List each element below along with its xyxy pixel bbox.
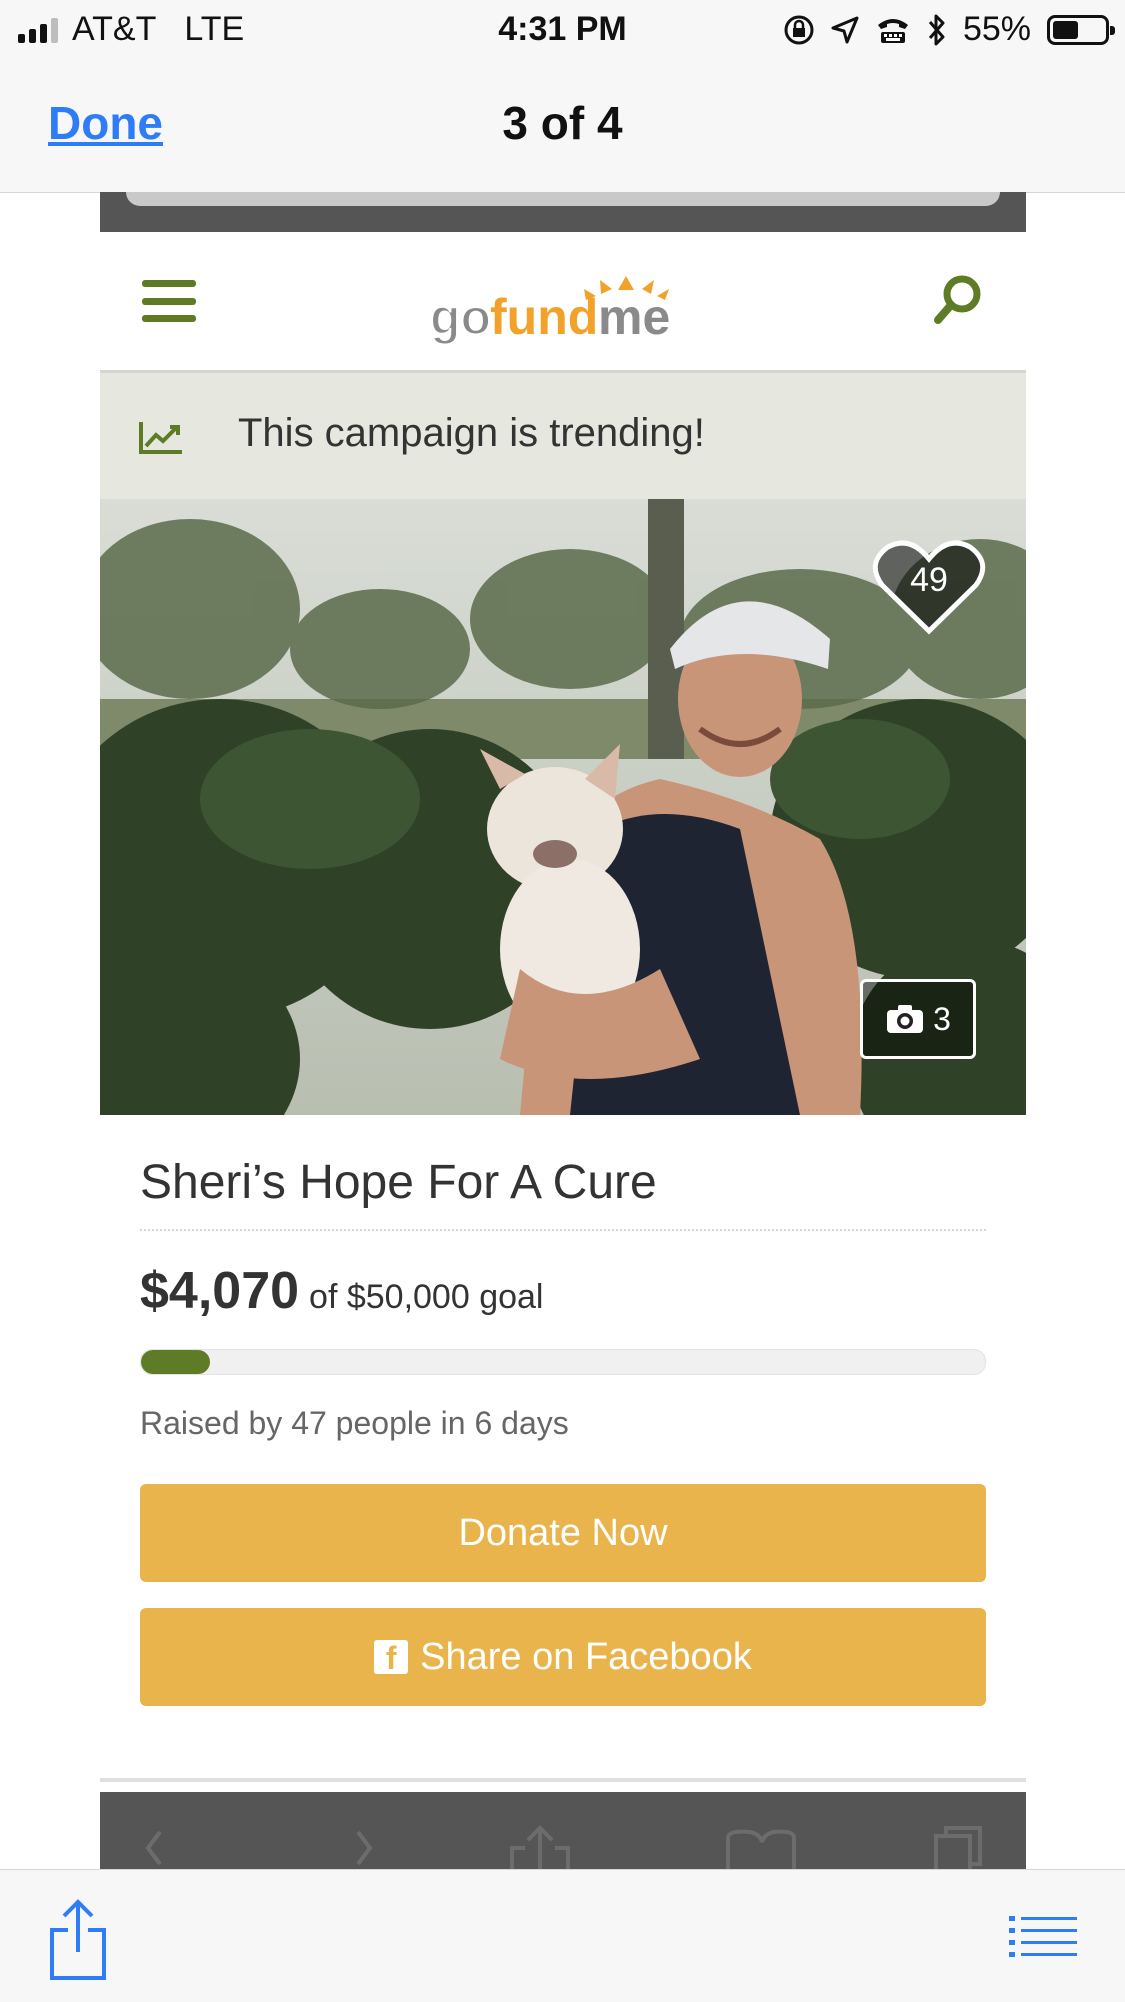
progress-fill	[141, 1350, 210, 1374]
svg-text:fund: fund	[490, 289, 598, 345]
share-icon[interactable]	[48, 1898, 108, 1982]
address-bar	[126, 192, 1000, 206]
list-icon[interactable]	[1009, 1914, 1077, 1960]
divider	[100, 1778, 1026, 1782]
funding-summary: $4,070 of $50,000 goal	[140, 1261, 986, 1321]
donate-label: Donate Now	[458, 1511, 668, 1554]
donate-now-button[interactable]: Donate Now	[140, 1484, 986, 1582]
status-bar: AT&T LTE 4:31 PM 55%	[0, 0, 1125, 62]
camera-icon	[887, 1005, 924, 1033]
raised-by-text: Raised by 47 people in 6 days	[140, 1405, 569, 1441]
ios-bottom-toolbar	[0, 1869, 1125, 2002]
svg-text:me: me	[598, 289, 670, 345]
site-header: go fund me	[100, 232, 1026, 373]
like-heart-button[interactable]: 49	[870, 537, 988, 637]
goal-text: of $50,000 goal	[309, 1278, 544, 1316]
battery-icon	[1047, 14, 1115, 45]
trending-chart-icon	[139, 422, 182, 454]
battery-percent: 55%	[962, 10, 1031, 48]
location-icon	[831, 16, 859, 43]
trending-text: This campaign is trending!	[238, 411, 705, 455]
campaign-title[interactable]: Sheri’s Hope For A Cure	[140, 1115, 986, 1231]
status-right: 55%	[783, 10, 1115, 49]
web-page-frame: go fund me This campaign is trending! 49…	[100, 192, 1026, 1874]
like-count: 49	[910, 561, 948, 599]
campaign-details: Sheri’s Hope For A Cure $4,070 of $50,00…	[100, 1115, 1026, 1706]
photo-count: 3	[933, 1000, 951, 1037]
tty-icon	[877, 18, 908, 43]
raised-amount: $4,070	[140, 1262, 300, 1320]
photo-gallery-button[interactable]: 3	[860, 979, 976, 1059]
campaign-photo[interactable]: 49 3	[100, 499, 1026, 1115]
gofundme-logo[interactable]: go fund me	[100, 256, 1026, 351]
ios-top-bar: AT&T LTE 4:31 PM 55% Done 3 of 4	[0, 0, 1125, 193]
logo-graphic: go fund me	[429, 276, 670, 346]
page-counter-title: 3 of 4	[502, 97, 623, 149]
svg-text:go: go	[430, 289, 491, 345]
facebook-icon: f	[374, 1640, 409, 1674]
browser-toolbar-icons	[145, 1825, 982, 1874]
browser-toolbar	[100, 1792, 1026, 1874]
navigation-bar: Done 3 of 4	[0, 92, 1125, 162]
share-label: Share on Facebook	[420, 1635, 752, 1678]
browser-address-strip	[100, 192, 1026, 232]
funding-progress-bar	[140, 1349, 986, 1375]
share-on-facebook-button[interactable]: f Share on Facebook	[140, 1608, 986, 1706]
search-icon[interactable]	[930, 272, 986, 328]
rotation-lock-icon	[784, 15, 814, 44]
bluetooth-icon	[928, 14, 945, 45]
trending-banner: This campaign is trending!	[100, 373, 1026, 499]
